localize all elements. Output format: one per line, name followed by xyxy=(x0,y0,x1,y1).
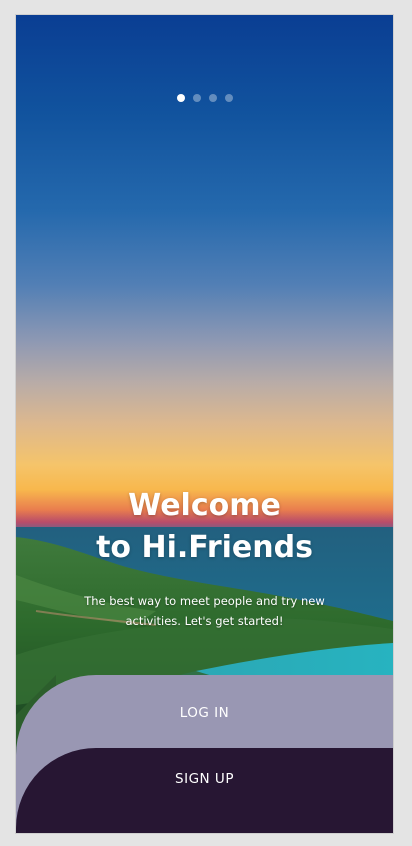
welcome-subtitle: The best way to meet people and try new … xyxy=(66,591,343,631)
welcome-subtitle-line2: activities. Let's get started! xyxy=(125,614,284,628)
carousel-dot-3[interactable] xyxy=(208,94,217,102)
welcome-title-line1: Welcome xyxy=(128,488,281,523)
carousel-dot-4[interactable] xyxy=(224,94,233,102)
carousel-dot-2[interactable] xyxy=(192,94,201,102)
signup-button[interactable] xyxy=(16,748,393,833)
phone-screen: Welcome to Hi.Friends The best way to me… xyxy=(16,15,393,833)
login-button-label[interactable]: LOG IN xyxy=(16,705,393,721)
welcome-subtitle-line1: The best way to meet people and try new xyxy=(84,594,325,608)
signup-button-label[interactable]: SIGN UP xyxy=(16,771,393,787)
welcome-title-line2: to Hi.Friends xyxy=(96,530,313,565)
welcome-title: Welcome to Hi.Friends xyxy=(16,485,393,569)
carousel-dot-1[interactable] xyxy=(176,94,185,102)
carousel-indicator[interactable] xyxy=(16,94,393,102)
